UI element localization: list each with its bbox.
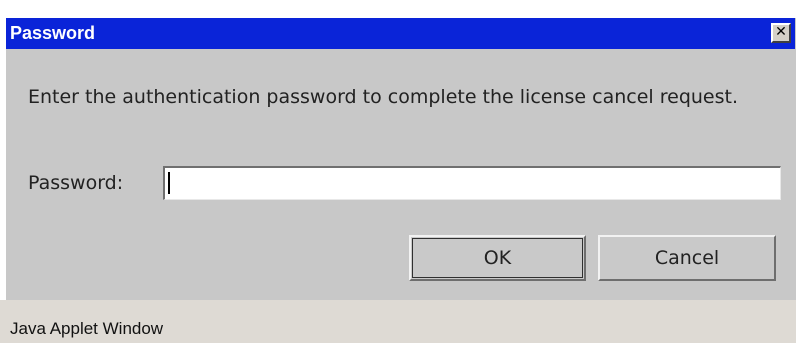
dialog-body: Enter the authentication password to com…: [6, 49, 795, 300]
password-field[interactable]: [163, 166, 781, 200]
password-dialog-window: Password ✕ Enter the authentication pass…: [0, 0, 796, 343]
cancel-button[interactable]: Cancel: [598, 235, 776, 281]
status-bar: Java Applet Window: [0, 300, 796, 343]
close-icon: ✕: [775, 24, 787, 40]
status-bar-text: Java Applet Window: [10, 319, 164, 338]
window-title: Password: [10, 23, 96, 43]
title-bar[interactable]: Password ✕: [6, 18, 795, 49]
ok-button[interactable]: OK: [409, 235, 586, 281]
ok-button-label: OK: [483, 247, 512, 269]
top-strip: [0, 0, 796, 18]
cancel-button-label: Cancel: [654, 247, 720, 269]
text-caret: [168, 172, 170, 194]
close-button[interactable]: ✕: [771, 23, 791, 43]
password-label: Password:: [28, 172, 124, 194]
dialog-message: Enter the authentication password to com…: [28, 86, 738, 108]
